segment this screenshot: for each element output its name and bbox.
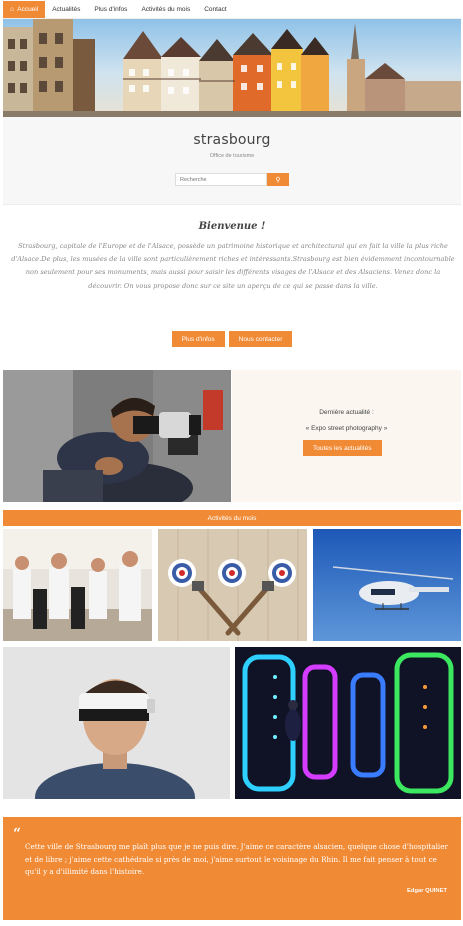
strasbourg-houses-illustration xyxy=(3,19,461,117)
nav-label: Activités du mois xyxy=(141,6,191,13)
activity-tile-axe-throwing[interactable] xyxy=(158,529,307,641)
quote-icon: “ xyxy=(13,826,22,842)
search-input[interactable] xyxy=(175,173,267,186)
contact-button[interactable]: Nous contacter xyxy=(228,331,293,347)
home-icon: ⌂ xyxy=(10,6,15,13)
welcome-title: Bienvenue ! xyxy=(198,221,266,232)
hero-banner-image xyxy=(3,19,461,117)
search-form: ⚲ xyxy=(175,173,289,186)
news-item-title[interactable]: « Expo street photography » xyxy=(232,425,461,432)
quote-author: Edgar QUINET xyxy=(407,888,447,894)
more-info-button[interactable]: Plus d'infos xyxy=(171,331,225,347)
nav-label: Contact xyxy=(204,6,227,13)
nav-label: Actualités xyxy=(52,6,81,13)
nav-item-activites[interactable]: Activités du mois xyxy=(134,1,197,18)
nav-label: Plus d'infos xyxy=(94,6,128,13)
activity-tile-virtual-reality[interactable] xyxy=(3,647,230,799)
search-button[interactable]: ⚲ xyxy=(267,173,289,186)
nav-item-contact[interactable]: Contact xyxy=(197,1,233,18)
site-header: strasbourg Office de tourisme ⚲ xyxy=(3,117,461,205)
news-panel: Dernière actualité : « Expo street photo… xyxy=(232,370,461,502)
welcome-buttons: Plus d'infos Nous contacter xyxy=(3,331,461,347)
search-icon: ⚲ xyxy=(275,176,281,184)
activity-tile-laser-game[interactable] xyxy=(235,647,461,799)
quote-block: “ Cette ville de Strasbourg me plaît plu… xyxy=(3,817,461,920)
site-subtitle: Office de tourisme xyxy=(209,153,255,159)
quote-text: Cette ville de Strasbourg me plaît plus … xyxy=(25,842,448,876)
nav-item-plus-infos[interactable]: Plus d'infos xyxy=(87,1,134,18)
nav-label: Accueil xyxy=(17,6,39,13)
activity-tile-cooking[interactable] xyxy=(3,529,152,641)
news-photo-photographer xyxy=(3,370,231,502)
activity-tile-helicopter[interactable] xyxy=(313,529,461,641)
nav-item-accueil[interactable]: ⌂ Accueil xyxy=(3,1,46,18)
welcome-text: Strasbourg, capitale de l'Europe et de l… xyxy=(11,242,455,290)
site-title: strasbourg xyxy=(193,132,271,148)
main-nav: ⌂ Accueil Actualités Plus d'infos Activi… xyxy=(3,1,461,19)
nav-item-actualites[interactable]: Actualités xyxy=(45,1,87,18)
activities-heading: Activités du mois xyxy=(3,510,461,526)
all-news-button[interactable]: Toutes les actualités xyxy=(303,440,382,456)
news-label: Dernière actualité : xyxy=(319,409,374,416)
